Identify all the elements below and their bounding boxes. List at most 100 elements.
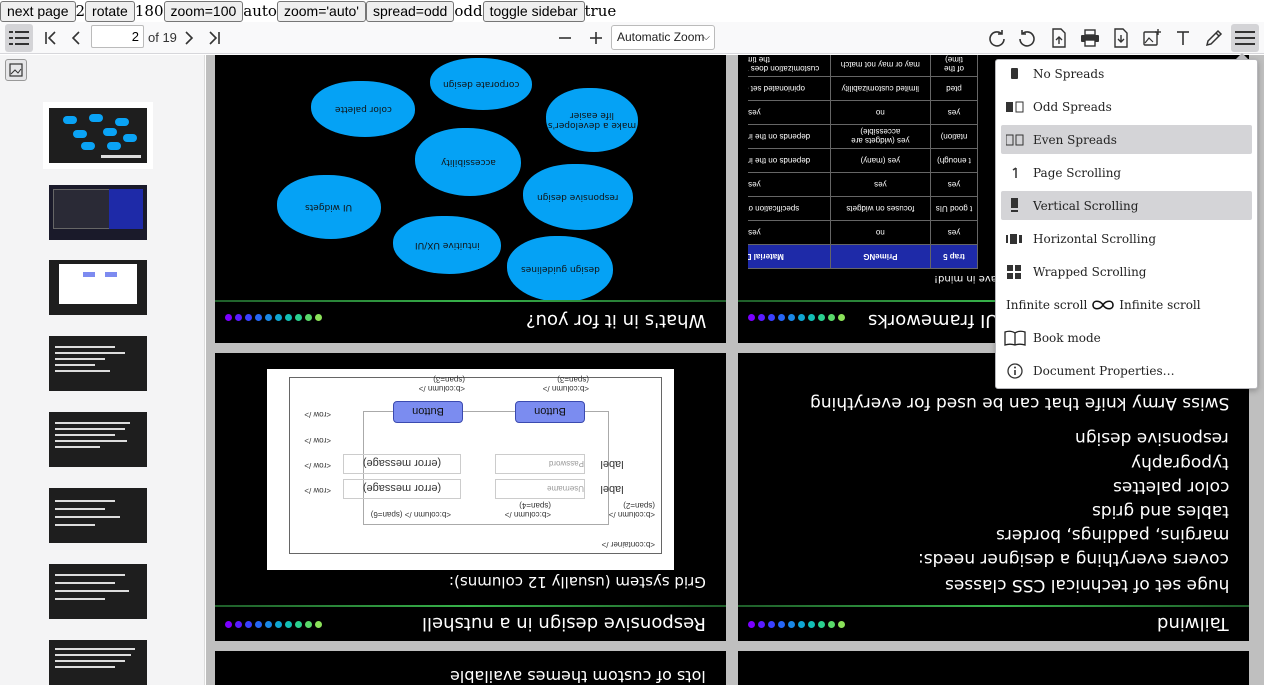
thumbnail-page-2[interactable]: [49, 185, 147, 240]
cloud-accessibility: accessibility: [415, 128, 521, 196]
table-row: of the time) may or may not match customiz…: [748, 55, 978, 77]
page-slide-responsive-design: <b:container /> <b:column /> (span=2) <b…: [215, 353, 726, 641]
zoom-out-icon[interactable]: [551, 24, 579, 52]
add-image-icon[interactable]: [1138, 24, 1166, 52]
slide-divider: [215, 605, 726, 607]
thumbnail-page-6[interactable]: [49, 488, 147, 543]
thumbnail-view-icon[interactable]: [5, 59, 27, 81]
page-number-input[interactable]: [91, 25, 144, 48]
infinite-scroll-icon: [1090, 299, 1116, 311]
grid-diagram: <b:container /> <b:column /> (span=2) <b…: [267, 369, 674, 570]
bullet-item: lots of custom themes available: [450, 667, 706, 685]
slide-title: UI frameworks: [868, 310, 999, 331]
last-page-icon[interactable]: [200, 24, 228, 52]
save-icon[interactable]: [1107, 24, 1135, 52]
bullet-list: Swiss Army knife that can be used for ev…: [809, 393, 1229, 595]
open-file-icon[interactable]: [1045, 24, 1073, 52]
menu-item-infinite-scroll[interactable]: Infinite scroll Infinite scroll: [1006, 290, 1257, 319]
next-page-icon[interactable]: [175, 24, 203, 52]
table-header-row: trap 5PrimeNGMaterial Design: [748, 244, 978, 269]
zoom-auto-button[interactable]: zoom='auto': [276, 0, 366, 22]
table-cell: may or may not match: [830, 55, 931, 77]
cloud-color-palette: color palette: [311, 81, 415, 137]
rotate-button[interactable]: rotate: [85, 0, 135, 22]
zoom-100-button[interactable]: zoom=100: [163, 0, 244, 22]
sidebar-value: true: [584, 2, 617, 20]
no-spreads-icon: [1001, 67, 1029, 80]
spread-odd-button[interactable]: spread=odd: [365, 0, 455, 22]
menu-item-even-spreads[interactable]: Even Spreads: [1001, 125, 1252, 154]
page-count: of 19: [148, 30, 177, 45]
menu-item-book-mode[interactable]: Book mode: [1001, 323, 1252, 352]
text-tool-icon[interactable]: [1169, 24, 1197, 52]
table-row: yes no yes: [748, 220, 978, 245]
table-cell: yes: [830, 172, 931, 197]
rotate-clockwise-icon[interactable]: [983, 24, 1011, 52]
page-slide-whats-in-it: color palette corporate design make a de…: [215, 55, 726, 343]
slide-title: What's in it for you?: [525, 310, 706, 331]
table-cell: yes: [748, 220, 831, 245]
menu-item-vertical-scrolling[interactable]: Vertical Scrolling: [1001, 191, 1252, 220]
table-cell: yes: [930, 220, 978, 245]
table-row: t enough)yes (many)depends on the implem…: [748, 148, 978, 173]
menu-item-odd-spreads[interactable]: Odd Spreads: [1001, 92, 1252, 121]
previous-page-icon[interactable]: [62, 24, 90, 52]
table-cell: yes: [748, 100, 831, 125]
first-page-icon[interactable]: [37, 24, 65, 52]
book-icon: [1001, 330, 1029, 346]
thumbnail-page-3[interactable]: [49, 260, 147, 315]
menu-item-document-properties[interactable]: Document Properties…: [1001, 356, 1252, 385]
slide-dots: [225, 621, 322, 628]
wrapped-scrolling-icon: [1001, 264, 1029, 279]
page-slide-tailwind: Swiss Army knife that can be used for ev…: [738, 353, 1249, 641]
table-row: pted limited customizability opinionated s…: [748, 76, 978, 101]
zoom-select[interactable]: Automatic Zoom ⌵: [611, 25, 715, 50]
zoom-value: auto: [243, 2, 277, 20]
slide-title: Tailwind: [1157, 613, 1229, 634]
page-scrolling-icon: [1001, 166, 1029, 179]
thumbnail-page-8[interactable]: [49, 640, 147, 685]
zoom-select-value: Automatic Zoom: [617, 30, 705, 44]
horizontal-scrolling-icon: [1001, 233, 1029, 245]
thumbnail-page-5[interactable]: [49, 412, 147, 467]
table-cell: depends on the implementation: [748, 124, 831, 149]
slide-subtitle: Grid system (usually 12 columns):: [449, 573, 706, 591]
print-icon[interactable]: [1076, 24, 1104, 52]
spread-value: odd: [454, 2, 483, 20]
menu-item-page-scrolling[interactable]: Page Scrolling: [1001, 158, 1252, 187]
table-cell: specification of a good UI: [748, 196, 831, 221]
toggle-sidebar-button[interactable]: toggle sidebar: [482, 0, 585, 22]
table-header-cell: trap 5: [930, 244, 978, 269]
menu-item-horizontal-scrolling[interactable]: Horizontal Scrolling: [1001, 224, 1252, 253]
table-cell: no: [830, 220, 931, 245]
thumbnail-page-1[interactable]: [49, 108, 147, 163]
thumbnail-page-4[interactable]: [49, 336, 147, 391]
slide-dots: [748, 621, 845, 628]
rotation-value: 180: [134, 2, 164, 20]
cloud-intuitive-ux: intuitive UX/UI: [393, 216, 501, 274]
tools-menu-icon[interactable]: [1231, 24, 1259, 52]
table-cell: yes (many): [830, 148, 931, 173]
slide-divider: [215, 300, 726, 302]
table-cell: t enough): [930, 148, 978, 173]
zoom-in-icon[interactable]: [582, 24, 610, 52]
table-cell: ntation): [930, 124, 978, 149]
frameworks-table: trap 5PrimeNGMaterial Designyesnoyest go…: [748, 55, 978, 273]
thumbnail-page-7[interactable]: [49, 564, 147, 619]
next-page-button[interactable]: next page: [0, 0, 76, 22]
cloud-responsive-design: responsive design: [523, 164, 633, 230]
table-cell: focuses on widgets: [830, 196, 931, 221]
password-field: Password: [495, 454, 585, 474]
page-slide-partial: [738, 651, 1249, 685]
menu-item-no-spreads[interactable]: No Spreads: [1001, 59, 1252, 88]
menu-item-wrapped-scrolling[interactable]: Wrapped Scrolling: [1001, 257, 1252, 286]
info-icon: [1001, 362, 1029, 379]
username-field: Username: [495, 479, 585, 499]
table-cell: customization does the trick (most of th…: [748, 55, 831, 77]
slide-divider: [738, 605, 1249, 607]
draw-pen-icon[interactable]: [1200, 24, 1228, 52]
rotate-counterclockwise-icon[interactable]: [1013, 24, 1041, 52]
sidebar-toggle-icon[interactable]: [5, 24, 33, 52]
slide-dots: [748, 314, 845, 321]
table-cell: depends on the implementation: [748, 148, 831, 173]
